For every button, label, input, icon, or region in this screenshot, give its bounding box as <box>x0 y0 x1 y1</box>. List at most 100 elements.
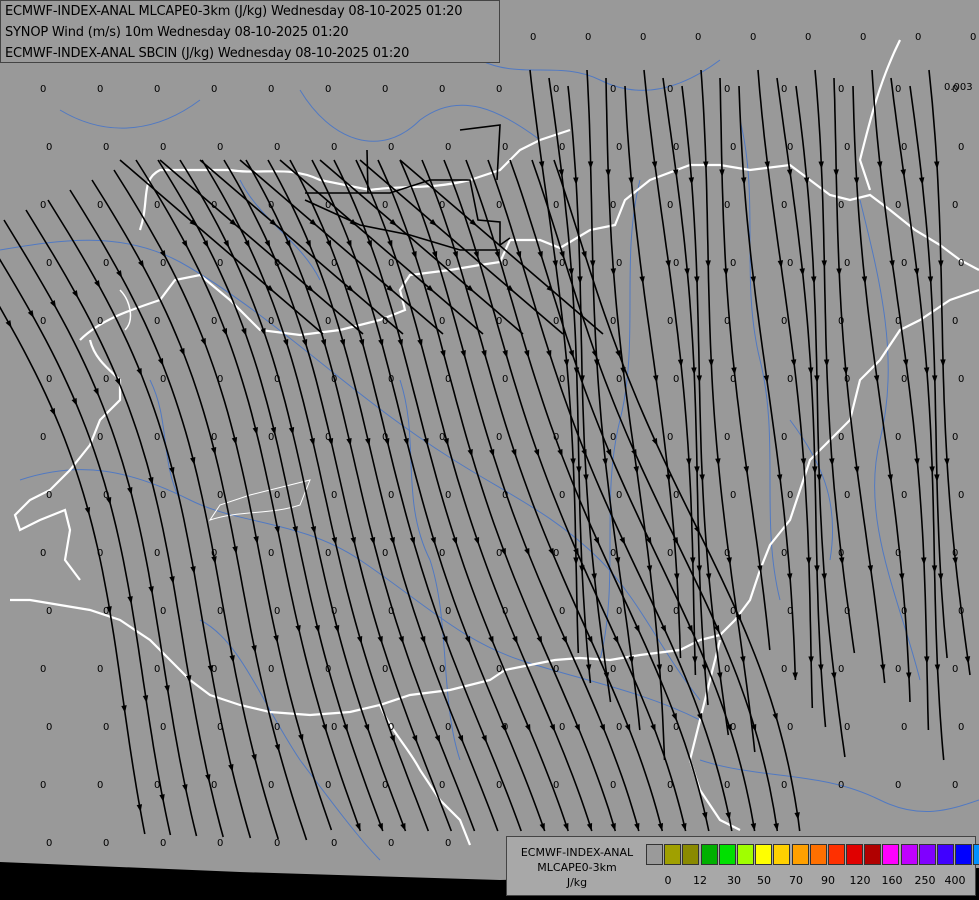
sbcin-value: 0 <box>331 374 337 385</box>
sbcin-value: 0 <box>268 84 274 95</box>
streamline-arrowhead <box>660 625 667 633</box>
border-poland-czech <box>79 163 979 341</box>
streamline-arrowhead <box>873 375 880 383</box>
sbcin-value: 0 <box>673 258 679 269</box>
sbcin-value: 0 <box>331 838 337 849</box>
sbcin-value: 0 <box>559 490 565 501</box>
legend-ticks: 0 12 30 50 70 90 120 160 250 400 <box>646 874 976 888</box>
sbcin-value: 0 <box>445 606 451 617</box>
streamline-arrowhead <box>72 290 79 298</box>
sbcin-value: 0 <box>958 374 964 385</box>
sbcin-value: 0 <box>325 200 331 211</box>
streamline-arrowhead <box>350 537 356 545</box>
sbcin-value: 0 <box>787 374 793 385</box>
sbcin-value: 0 <box>844 258 850 269</box>
sbcin-value: 0 <box>730 606 736 617</box>
sbcin-value: 0 <box>445 838 451 849</box>
streamline-arrowhead <box>750 823 757 831</box>
streamline-arrowhead <box>223 240 230 248</box>
sbcin-value: 0 <box>553 780 559 791</box>
corner-value-label: 0.003 <box>944 82 973 93</box>
streamline-arrowhead <box>906 672 912 680</box>
sbcin-value: 0 <box>439 316 445 327</box>
streamline-arrowhead <box>723 268 729 276</box>
sbcin-value: 0 <box>724 664 730 675</box>
sbcin-value: 0 <box>382 896 388 900</box>
sbcin-value: 0 <box>952 200 958 211</box>
sbcin-value: 0 <box>844 142 850 153</box>
streamline-arrowhead <box>389 537 395 545</box>
legend-swatch <box>791 844 809 865</box>
streamline-arrowhead <box>573 177 579 185</box>
sbcin-value: 0 <box>559 374 565 385</box>
header-line-mlcape: ECMWF-INDEX-ANAL MLCAPE0-3km (J/kg) Wedn… <box>5 4 463 19</box>
streamline-arrowhead <box>460 350 466 358</box>
sbcin-value: 0 <box>559 606 565 617</box>
sbcin-value: 0 <box>46 374 52 385</box>
sbcin-value: 0 <box>160 258 166 269</box>
streamline-arrowhead <box>411 735 418 743</box>
legend-swatch <box>755 844 773 865</box>
sbcin-value: 0 <box>553 200 559 211</box>
legend-swatch <box>846 844 864 865</box>
sbcin-value: 0 <box>154 664 160 675</box>
sbcin-value: 0 <box>388 490 394 501</box>
legend-tick-label: 400 <box>944 874 966 887</box>
streamline-arrowhead <box>434 735 441 743</box>
sbcin-value: 0 <box>844 606 850 617</box>
sbcin-value: 0 <box>268 548 274 559</box>
sbcin-value: 0 <box>781 664 787 675</box>
sbcin-value: 0 <box>958 142 964 153</box>
streamline-arrowhead <box>251 754 257 762</box>
sbcin-value: 0 <box>730 258 736 269</box>
sbcin-value: 0 <box>502 490 508 501</box>
streamline-arrowhead <box>867 565 873 573</box>
sbcin-value: 0 <box>724 432 730 443</box>
sbcin-value: 0 <box>382 316 388 327</box>
streamline-arrowhead <box>333 625 340 633</box>
sbcin-value: 0 <box>952 432 958 443</box>
streamline-arrowhead <box>264 240 271 248</box>
sbcin-value: 0 <box>787 606 793 617</box>
streamline-arrowhead <box>887 474 893 482</box>
streamline-arrowhead <box>576 466 582 474</box>
streamline <box>909 85 948 659</box>
sbcin-value: 0 <box>901 142 907 153</box>
weather-map: 0 0 0 0 0 0 0 0 0 0 0 0 0 0 0 0 0 0 0 0 0 0 0 0 0 0 0 0 0 0 0 0 0 0 0 0 0 0 0 0… <box>0 0 979 900</box>
streamline-arrowhead <box>494 251 500 259</box>
legend-title-line2: MLCAPE0-3km <box>537 861 617 874</box>
sbcin-value: 0 <box>97 664 103 675</box>
sbcin-value: 0 <box>616 142 622 153</box>
streamline-arrowhead <box>339 339 346 347</box>
streamline-arrowhead <box>938 260 944 268</box>
sbcin-value: 0 <box>496 316 502 327</box>
sbcin-value: 0 <box>895 432 901 443</box>
sbcin-value: 0 <box>952 664 958 675</box>
sbcin-value: 0 <box>496 200 502 211</box>
streamline-arrowhead <box>587 636 593 644</box>
streamline-arrowhead <box>94 280 101 288</box>
sbcin-value: 0 <box>750 32 756 43</box>
sbcin-value: 0 <box>154 200 160 211</box>
border-slovakia-hungary <box>10 288 979 717</box>
streamline-arrowhead <box>49 300 57 308</box>
sbcin-value: 0 <box>103 374 109 385</box>
streamline-arrowhead <box>285 240 291 248</box>
sbcin-value: 0 <box>388 374 394 385</box>
sbcin-value: 0 <box>895 780 901 791</box>
sbcin-value: 0 <box>496 780 502 791</box>
streamline-arrowhead <box>298 734 304 742</box>
streamline-arrowhead <box>417 339 423 347</box>
sbcin-value: 0 <box>382 780 388 791</box>
sbcin-value: 0 <box>787 722 793 733</box>
sbcin-value: 0 <box>268 316 274 327</box>
sbcin-value: 0 <box>838 664 844 675</box>
legend-title: ECMWF-INDEX-ANAL MLCAPE0-3km J/kg <box>511 845 643 890</box>
streamline-arrowhead <box>210 447 217 455</box>
sbcin-value: 0 <box>667 548 673 559</box>
streamline-arrowhead <box>241 328 247 336</box>
streamline-arrowhead <box>409 537 416 545</box>
sbcin-value: 0 <box>844 722 850 733</box>
sbcin-value: 0 <box>559 142 565 153</box>
streamline-arrowhead <box>581 251 587 259</box>
